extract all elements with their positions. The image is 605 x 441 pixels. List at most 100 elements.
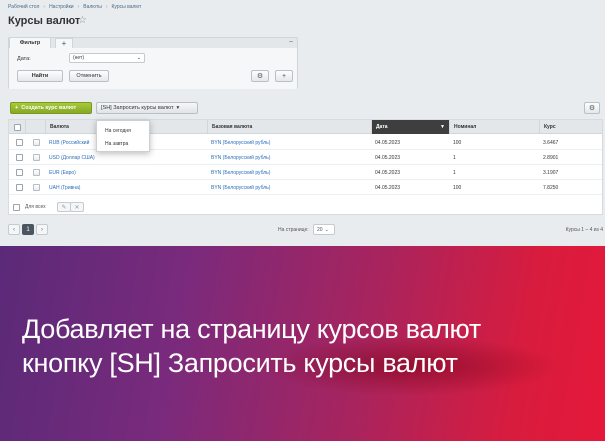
edit-selected-pencil-icon[interactable]: ✎ [57, 202, 71, 212]
breadcrumb-desktop[interactable]: Рабочий стол [8, 4, 39, 10]
promo-banner: Добавляет на страницу курсов валют кнопк… [0, 246, 605, 441]
row-currency[interactable]: EUR (Евро) [45, 165, 207, 180]
row-checkbox-cell [12, 165, 24, 180]
row-currency[interactable]: RUB (Российский [45, 135, 103, 150]
row-menu-icon[interactable] [33, 169, 40, 176]
row-currency[interactable]: USD (Доллар США) [45, 150, 207, 165]
banner-line-2: кнопку [SH] Запросить курсы валют [22, 348, 458, 378]
banner-line-1: Добавляет на страницу курсов валют [22, 314, 481, 344]
row-checkbox-cell [12, 135, 24, 150]
request-rates-button[interactable]: [SH] Запросить курсы валют ▾ [96, 102, 198, 114]
admin-screenshot: Рабочий стол › Настройки › Валюты › Курс… [0, 0, 605, 246]
row-menu-cell [29, 150, 43, 165]
per-page-value: 20 [317, 226, 323, 233]
page-title: Курсы валют [8, 15, 81, 27]
plus-icon: + [15, 105, 19, 111]
row-date: 04.05.2023 [375, 184, 401, 191]
row-checkbox[interactable] [16, 139, 23, 146]
add-filter-tab-button[interactable]: + [55, 38, 73, 48]
sort-desc-icon: ▼ [440, 124, 445, 130]
row-menu-icon[interactable] [33, 139, 40, 146]
row-base-currency[interactable]: BYN (Белорусский рубль) [207, 165, 371, 180]
filter-panel: Фильтр + – Дата: (нет) ⌄ Найти Отменить … [8, 37, 298, 89]
chevron-down-icon: ⌄ [324, 226, 329, 233]
filter-settings-gear-icon[interactable]: ⚙ [251, 70, 269, 82]
table-footer: Для всех ✎ ✕ [9, 200, 602, 215]
page-number-button[interactable]: 1 [22, 224, 34, 235]
row-base-currency[interactable]: BYN (Белорусский рубль) [207, 150, 371, 165]
column-base-currency[interactable]: Базовая валюта [207, 120, 371, 134]
row-menu-icon[interactable] [33, 184, 40, 191]
row-rate: 7.8250 [543, 184, 559, 191]
star-icon[interactable]: ☆ [78, 15, 87, 26]
dropdown-item-tomorrow[interactable]: На завтра [105, 141, 128, 147]
date-select[interactable]: (нет) ⌄ [69, 53, 145, 63]
create-rate-button[interactable]: + Создать курс валют [10, 102, 92, 114]
row-menu-cell [29, 165, 43, 180]
row-base-currency[interactable]: BYN (Белорусский рубль) [207, 180, 371, 195]
find-button[interactable]: Найти [17, 70, 63, 82]
row-menu-cell [29, 135, 43, 150]
row-menu-icon[interactable] [33, 154, 40, 161]
grid-settings-gear-icon[interactable]: ⚙ [584, 102, 600, 114]
breadcrumb-current[interactable]: Курсы валют [112, 4, 142, 10]
column-date-label: Дата [376, 124, 388, 130]
row-rate: 3.1907 [543, 169, 559, 176]
prev-page-chevron-left-icon[interactable]: ‹ [8, 224, 20, 235]
total-count: Курсы 1 – 4 из 4 [565, 227, 603, 233]
breadcrumb-separator: › [43, 4, 46, 10]
pagination-bar: ‹ 1 › На странице: 20 ⌄ Курсы 1 – 4 из 4 [8, 223, 603, 237]
date-select-value: (нет) [73, 55, 84, 61]
select-all-cell [9, 120, 25, 134]
select-all-checkbox[interactable] [13, 123, 21, 131]
row-nominal: 100 [453, 139, 462, 146]
row-rate: 3.6467 [543, 139, 559, 146]
cancel-button[interactable]: Отменить [69, 70, 109, 82]
table-row[interactable]: USD (Доллар США) BYN (Белорусский рубль)… [9, 150, 602, 165]
add-field-plus-icon[interactable]: + [275, 70, 293, 82]
request-rates-dropdown: На сегодня На завтра [96, 120, 150, 152]
date-label: Дата: [17, 56, 31, 62]
for-all-label: Для всех [25, 204, 46, 210]
column-rate[interactable]: Курс [539, 120, 603, 134]
request-rates-label: [SH] Запросить курсы валют [101, 105, 174, 111]
collapse-filter-icon[interactable]: – [289, 38, 293, 45]
row-date: 04.05.2023 [375, 154, 401, 161]
row-date: 04.05.2023 [375, 169, 401, 176]
row-rate: 2.8901 [543, 154, 559, 161]
row-base-currency[interactable]: BYN (Белорусский рубль) [207, 135, 371, 150]
delete-selected-x-icon[interactable]: ✕ [70, 202, 84, 212]
row-checkbox-cell [12, 150, 24, 165]
for-all-checkbox-cell [13, 204, 20, 211]
row-nominal: 1 [453, 154, 456, 161]
chevron-down-icon: ⌄ [136, 55, 141, 61]
row-date: 04.05.2023 [375, 139, 401, 146]
breadcrumb-separator: › [77, 4, 80, 10]
for-all-checkbox[interactable] [13, 204, 20, 211]
row-menu-cell [29, 180, 43, 195]
per-page-select[interactable]: 20 ⌄ [313, 224, 335, 235]
row-checkbox-cell [12, 180, 24, 195]
per-page-label: На странице: [278, 227, 309, 233]
chevron-down-icon: ▾ [176, 105, 180, 111]
filter-body: Дата: (нет) ⌄ Найти Отменить ⚙ + [9, 48, 297, 89]
table-row[interactable]: EUR (Евро) BYN (Белорусский рубль) 04.05… [9, 165, 602, 180]
row-nominal: 100 [453, 184, 462, 191]
actions-column-header [25, 120, 45, 134]
dropdown-item-today[interactable]: На сегодня [105, 128, 131, 134]
breadcrumb-settings[interactable]: Настройки [49, 4, 74, 10]
banner-text: Добавляет на страницу курсов валют кнопк… [22, 312, 592, 380]
breadcrumb-separator: › [105, 4, 108, 10]
breadcrumb-currencies[interactable]: Валюты [83, 4, 102, 10]
breadcrumb: Рабочий стол › Настройки › Валюты › Курс… [8, 4, 141, 10]
row-nominal: 1 [453, 169, 456, 176]
filter-tab[interactable]: Фильтр [9, 37, 51, 48]
column-date[interactable]: Дата ▼ [371, 120, 449, 134]
row-checkbox[interactable] [16, 169, 23, 176]
row-checkbox[interactable] [16, 184, 23, 191]
row-currency[interactable]: UAH (Гривна) [45, 180, 207, 195]
row-checkbox[interactable] [16, 154, 23, 161]
column-nominal[interactable]: Номинал [449, 120, 539, 134]
next-page-chevron-right-icon[interactable]: › [36, 224, 48, 235]
table-row[interactable]: UAH (Гривна) BYN (Белорусский рубль) 04.… [9, 180, 602, 195]
